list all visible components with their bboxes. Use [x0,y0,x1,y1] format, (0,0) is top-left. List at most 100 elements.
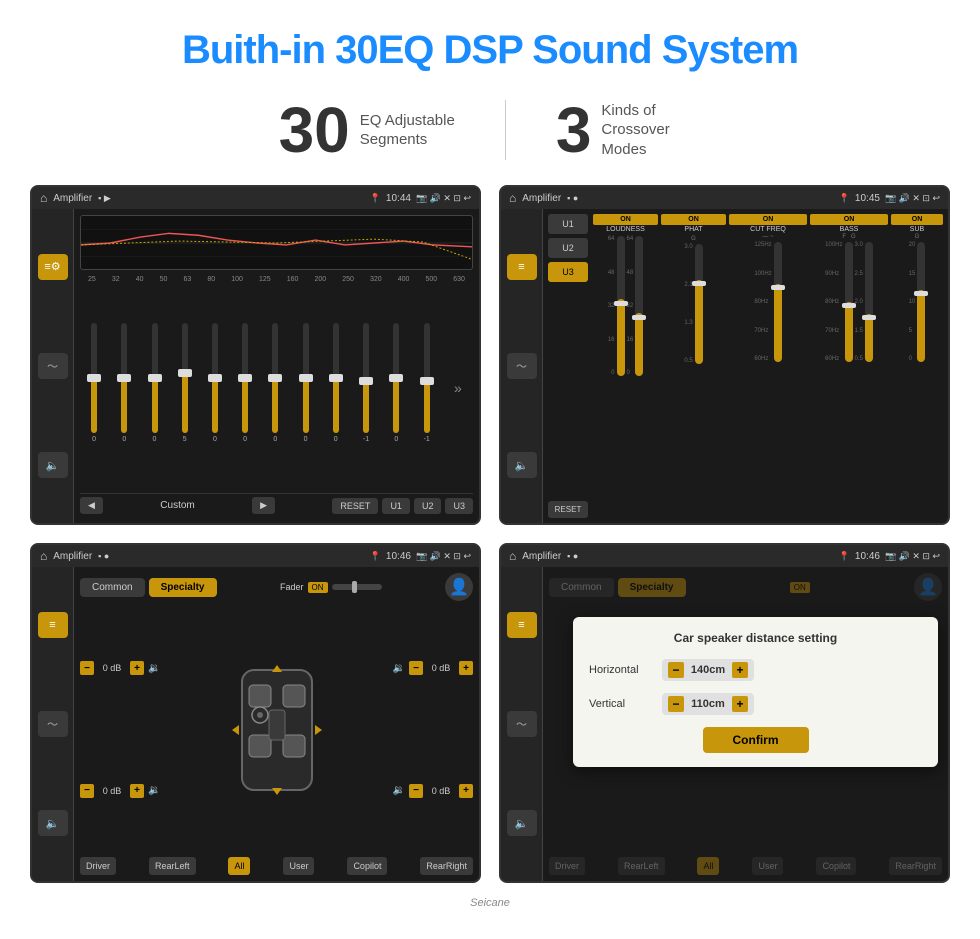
slider-6[interactable]: 0 [242,323,248,453]
slider-10[interactable]: -1 [363,323,369,453]
home-icon-4[interactable]: ⌂ [509,549,516,563]
vert-value: 110cm [688,698,728,710]
watermark: Seicane [0,897,980,909]
prev-btn[interactable]: ◀ [80,497,103,514]
loud-on[interactable]: ON [593,214,658,225]
db-plus-rr[interactable]: + [459,784,473,798]
location-icon-3: 📍 [370,551,381,562]
preset-u1[interactable]: U1 [548,214,588,234]
preset-u3[interactable]: U3 [548,262,588,282]
slider-12[interactable]: -1 [424,323,430,453]
slider-4[interactable]: 5 [182,323,188,453]
preset-label: Custom [160,500,194,511]
db-minus-rr[interactable]: − [409,784,423,798]
eq-icon-btn-4[interactable]: ≡ [507,612,537,638]
speaker-icon-btn-3[interactable]: 🔈 [38,810,68,836]
copilot-btn[interactable]: Copilot [347,857,387,875]
user-btn[interactable]: User [283,857,314,875]
speaker-icon-btn[interactable]: 🔈 [38,452,68,478]
vert-label: Vertical [589,698,654,710]
all-btn[interactable]: All [228,857,250,875]
wave-icon-btn[interactable]: 〜 [38,353,68,379]
play-icons-2: ▪ ● [567,193,578,203]
reset-btn-2[interactable]: RESET [548,501,588,518]
vert-minus[interactable]: − [668,696,684,712]
reset-btn-1[interactable]: RESET [332,498,378,514]
db-row-rl: − 0 dB + 🔉 [80,784,160,798]
slider-11[interactable]: 0 [393,323,399,453]
eq-freq-labels: 2532 4050 6380 100125 160200 250320 4005… [80,276,473,283]
rear-left-btn-4: RearLeft [618,857,665,875]
preset-u2[interactable]: U2 [548,238,588,258]
wave-icon-btn-4[interactable]: 〜 [507,711,537,737]
screen-speaker: ⌂ Amplifier ▪ ● 📍 10:46 📷 🔊 ✕ ⊡ ↩ ≡ 〜 🔈 [30,543,481,883]
horiz-value: 140cm [688,664,728,676]
tab-specialty-3[interactable]: Specialty [149,578,217,597]
fader-slider[interactable] [332,584,382,590]
driver-btn[interactable]: Driver [80,857,116,875]
slider-2[interactable]: 0 [121,323,127,453]
slider-8[interactable]: 0 [303,323,309,453]
sub-on[interactable]: ON [891,214,943,225]
car-diagram [165,607,387,852]
home-icon-1[interactable]: ⌂ [40,191,47,205]
db-val-fr: 0 dB [427,663,455,673]
vert-plus[interactable]: + [732,696,748,712]
play-icons-1: ▪ ▶ [98,193,111,204]
horiz-plus[interactable]: + [732,662,748,678]
wave-icon-btn-2[interactable]: 〜 [507,353,537,379]
stats-row: 30 EQ AdjustableSegments 3 Kinds ofCross… [0,83,980,185]
loud-label: LOUDNESS [606,226,645,233]
rear-left-btn[interactable]: RearLeft [149,857,196,875]
app-name-3: Amplifier [53,551,92,562]
next-btn[interactable]: ▶ [252,497,275,514]
eq-icon-btn-3[interactable]: ≡ [38,612,68,638]
tab-common-3[interactable]: Common [80,578,145,597]
confirm-button[interactable]: Confirm [703,727,809,753]
db-plus-rl[interactable]: + [130,784,144,798]
slider-9[interactable]: 0 [333,323,339,453]
db-plus-fl[interactable]: + [130,661,144,675]
eq-icon-btn-2[interactable]: ≡ [507,254,537,280]
horiz-minus[interactable]: − [668,662,684,678]
db-minus-rl[interactable]: − [80,784,94,798]
db-val-rl: 0 dB [98,786,126,796]
play-icons-3: ▪ ● [98,551,109,561]
home-icon-2[interactable]: ⌂ [509,191,516,205]
tab-specialty-4-bg: Specialty [618,578,686,597]
speaker-rr-icon: 🔉 [393,785,405,796]
u3-btn[interactable]: U3 [445,498,473,514]
speaker-icon-btn-2[interactable]: 🔈 [507,452,537,478]
phat-on[interactable]: ON [661,214,726,225]
fader-on-badge: ON [308,582,328,593]
slider-3[interactable]: 0 [152,323,158,453]
horiz-label: Horizontal [589,664,654,676]
eq-curve [80,215,473,270]
speaker-rl-icon: 🔉 [148,785,160,796]
wave-icon-btn-3[interactable]: 〜 [38,711,68,737]
slider-1[interactable]: 0 [91,323,97,453]
db-plus-fr[interactable]: + [459,661,473,675]
db-minus-fr[interactable]: − [409,661,423,675]
stat-eq-number: 30 [279,93,350,167]
time-1: 10:44 [386,193,411,204]
speaker-icon-btn-4[interactable]: 🔈 [507,810,537,836]
u2-btn[interactable]: U2 [414,498,442,514]
cutfreq-on[interactable]: ON [729,214,807,225]
u1-btn[interactable]: U1 [382,498,410,514]
eq-icon-btn[interactable]: ≡⚙ [38,254,68,280]
time-2: 10:45 [855,193,880,204]
slider-5[interactable]: 0 [212,323,218,453]
bass-on[interactable]: ON [810,214,888,225]
sub-label: SUB [910,226,924,233]
copilot-btn-4: Copilot [816,857,856,875]
db-minus-fl[interactable]: − [80,661,94,675]
home-icon-3[interactable]: ⌂ [40,549,47,563]
rear-right-btn[interactable]: RearRight [420,857,473,875]
slider-7[interactable]: 0 [272,323,278,453]
screen-distance: ⌂ Amplifier ▪ ● 📍 10:46 📷 🔊 ✕ ⊡ ↩ ≡ 〜 🔈 [499,543,950,883]
status-icons-1: 📷 🔊 ✕ ⊡ ↩ [416,193,471,204]
status-bar-1: ⌂ Amplifier ▪ ▶ 📍 10:44 📷 🔊 ✕ ⊡ ↩ [32,187,479,209]
screens-grid: ⌂ Amplifier ▪ ▶ 📍 10:44 📷 🔊 ✕ ⊡ ↩ ≡⚙ 〜 🔈 [0,185,980,893]
expand-icon[interactable]: » [454,380,462,396]
